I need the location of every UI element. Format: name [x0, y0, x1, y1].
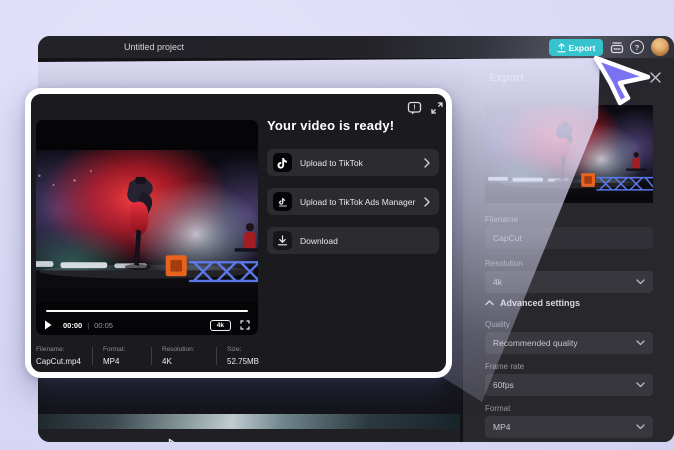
- advanced-settings-toggle[interactable]: Advanced settings: [485, 298, 580, 308]
- export-video-thumbnail: [485, 105, 653, 203]
- meta-size-value: 52.75MB: [227, 357, 277, 366]
- chevron-right-icon: [424, 158, 430, 168]
- upload-tiktok-ads-label: Upload to TikTok Ads Manager: [300, 197, 416, 207]
- filename-label: Filename: [485, 215, 518, 224]
- meta-size: Size: 52.75MB: [227, 346, 277, 366]
- upload-tiktok-button[interactable]: Upload to TikTok: [267, 149, 439, 176]
- format-value: MP4: [493, 422, 636, 432]
- modal-heading: Your video is ready!: [267, 118, 394, 133]
- svg-text:!: !: [413, 105, 415, 112]
- quality-select[interactable]: Recommended quality: [485, 332, 653, 354]
- filename-value: CapCut: [493, 233, 645, 243]
- quality-label: Quality: [485, 320, 510, 329]
- meta-filename-label: Filename:: [36, 346, 82, 353]
- download-button[interactable]: Download: [267, 227, 439, 254]
- video-player: 00:00 | 00:05 4k: [36, 120, 258, 335]
- mouse-cursor: [585, 50, 660, 112]
- meta-resolution-label: Resolution:: [162, 346, 206, 353]
- play-outline-icon[interactable]: [168, 438, 177, 442]
- progress-bar[interactable]: [46, 310, 248, 312]
- resolution-value: 4k: [493, 277, 636, 287]
- resolution-label: Resolution: [485, 259, 523, 268]
- advanced-settings-label: Advanced settings: [500, 298, 580, 308]
- tiktok-icon: [273, 153, 292, 172]
- project-title: Untitled project: [124, 36, 184, 58]
- play-icon[interactable]: [44, 320, 52, 330]
- filename-input[interactable]: CapCut: [485, 227, 653, 249]
- meta-filename-value: CapCut.mp4: [36, 357, 82, 366]
- title-bar: Untitled project Export ?: [38, 36, 674, 58]
- time-separator: |: [87, 321, 89, 330]
- format-label: Format: [485, 404, 510, 413]
- video-ready-modal: ! Your video is ready! Upload to TikTok …: [25, 88, 452, 378]
- export-panel: Export: [462, 58, 674, 442]
- export-panel-title: Export: [489, 72, 524, 84]
- framerate-select[interactable]: 60fps: [485, 374, 653, 396]
- meta-size-label: Size:: [227, 346, 277, 353]
- meta-divider: [151, 347, 152, 365]
- upload-icon: [557, 43, 566, 53]
- resolution-badge[interactable]: 4k: [210, 320, 231, 331]
- meta-format-label: Format:: [103, 346, 141, 353]
- chevron-down-icon: [636, 340, 645, 346]
- screen: { "topbar": { "title": "Untitled project…: [0, 0, 674, 450]
- chevron-down-icon: [636, 424, 645, 430]
- chevron-down-icon: [636, 382, 645, 388]
- quality-value: Recommended quality: [493, 338, 636, 348]
- download-icon: [273, 231, 292, 250]
- player-controls: 00:00 | 00:05 4k: [44, 317, 250, 333]
- meta-format-value: MP4: [103, 357, 141, 366]
- meta-divider: [216, 347, 217, 365]
- meta-filename: Filename: CapCut.mp4: [36, 346, 82, 366]
- framerate-label: Frame rate: [485, 362, 524, 371]
- meta-format: Format: MP4: [103, 346, 141, 366]
- download-label: Download: [300, 236, 430, 246]
- upload-tiktok-label: Upload to TikTok: [300, 158, 416, 168]
- chevron-up-icon: [485, 300, 494, 306]
- meta-resolution: Resolution: 4K: [162, 346, 206, 366]
- upload-tiktok-ads-button[interactable]: Upload to TikTok Ads Manager: [267, 188, 439, 215]
- fullscreen-icon[interactable]: [240, 320, 250, 330]
- preview-video-strip: [38, 414, 460, 429]
- meta-divider: [92, 347, 93, 365]
- video-frame[interactable]: [36, 150, 258, 302]
- tiktok-ads-manager-icon: [273, 192, 292, 211]
- feedback-icon[interactable]: !: [407, 101, 423, 117]
- current-time: 00:00: [63, 321, 82, 330]
- resolution-select[interactable]: 4k: [485, 271, 653, 293]
- duration-time: 00:05: [94, 321, 113, 330]
- expand-icon[interactable]: [430, 101, 446, 117]
- framerate-value: 60fps: [493, 380, 636, 390]
- player-control-row: [38, 429, 460, 442]
- chevron-right-icon: [424, 197, 430, 207]
- format-select[interactable]: MP4: [485, 416, 653, 438]
- meta-resolution-value: 4K: [162, 357, 206, 366]
- chevron-down-icon: [636, 279, 645, 285]
- video-metadata: Filename: CapCut.mp4 Format: MP4 Resolut…: [36, 346, 441, 366]
